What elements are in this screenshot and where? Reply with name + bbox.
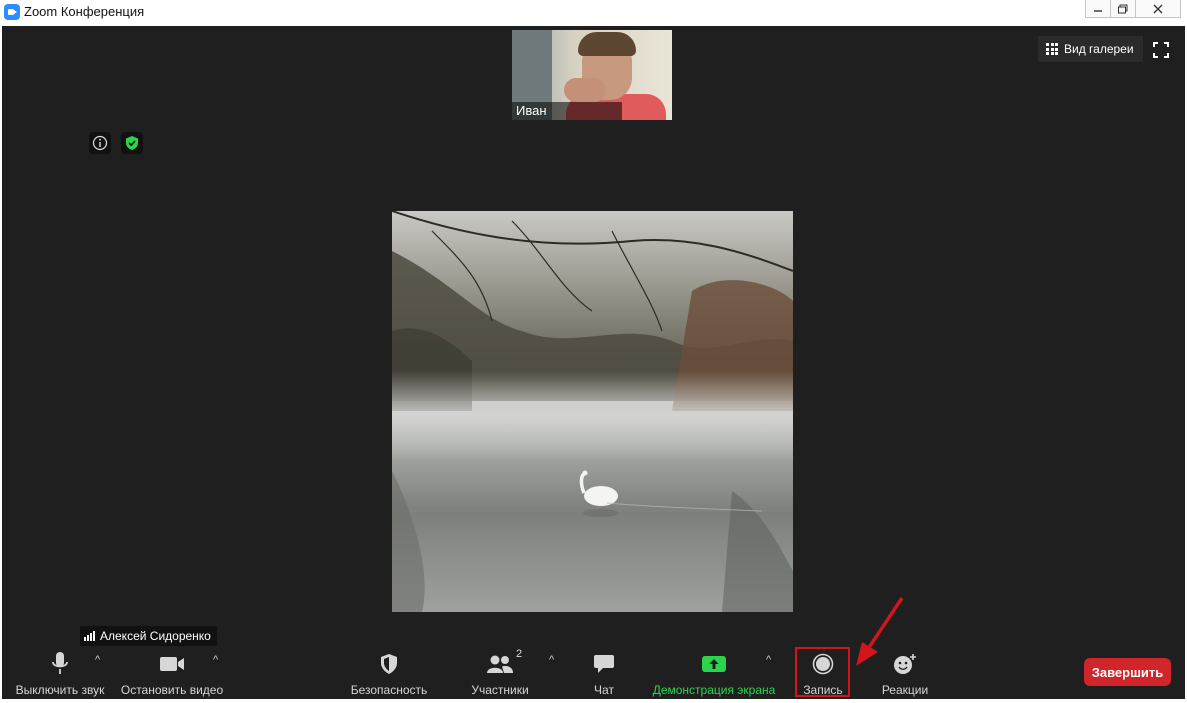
title-bar: Zoom Конференция [0,0,1187,26]
gallery-view-button[interactable]: Вид галереи [1038,36,1143,62]
close-icon [1153,4,1163,13]
video-camera-icon [159,650,185,678]
meeting-toolbar: Выключить звук ^ Остановить видео ^ Безо… [2,646,1185,699]
window-title: Zoom Конференция [24,4,145,19]
stop-video-label: Остановить видео [120,683,224,697]
chat-label: Чат [594,683,614,697]
meeting-area: Иван Вид галереи Алексей Сидоренко Выклю… [2,26,1185,699]
chat-button[interactable]: Чат [586,646,622,699]
end-meeting-button[interactable]: Завершить [1084,658,1171,686]
security-button[interactable]: Безопасность [348,646,430,699]
video-options-caret[interactable]: ^ [213,654,218,666]
fullscreen-icon[interactable] [1153,42,1169,58]
window-bottom-border [0,699,1187,703]
participants-button[interactable]: 2 Участники [468,646,532,699]
participants-icon: 2 [487,648,522,678]
shared-screen-image [392,211,793,612]
thumbnail-hand [564,78,606,102]
reactions-label: Реакции [881,683,929,697]
share-screen-button[interactable]: Демонстрация экрана [650,646,778,699]
audio-options-caret[interactable]: ^ [95,654,100,666]
share-options-caret[interactable]: ^ [766,654,771,666]
info-icon[interactable] [89,132,111,154]
mute-label: Выключить звук [15,683,105,697]
shield-icon [379,650,399,678]
microphone-icon [50,650,70,678]
speaker-name-tag: Алексей Сидоренко [80,626,217,646]
share-screen-label: Демонстрация экрана [652,683,776,697]
record-highlight-box [795,647,850,697]
participant-name-label: Иван [512,102,622,120]
signal-strength-icon [84,631,95,641]
grid-icon [1046,43,1058,55]
restore-icon [1118,4,1128,13]
security-label: Безопасность [350,683,428,697]
minimize-icon [1094,9,1102,12]
participant-thumbnail[interactable]: Иван [512,30,672,120]
participants-count: 2 [516,648,523,660]
encryption-shield-icon[interactable] [121,132,143,154]
annotation-arrow [856,597,904,666]
participants-options-caret[interactable]: ^ [549,654,554,666]
share-screen-icon [701,650,727,678]
close-button[interactable] [1135,0,1181,18]
maximize-button[interactable] [1110,0,1136,18]
gallery-view-label: Вид галереи [1064,42,1134,56]
participants-label: Участники [471,683,529,697]
chat-icon [593,650,615,678]
zoom-app-icon [4,4,20,20]
speaker-name: Алексей Сидоренко [100,629,211,643]
minimize-button[interactable] [1085,0,1111,18]
window-controls [1085,0,1181,18]
thumbnail-hair [578,32,636,56]
stop-video-button[interactable]: Остановить видео [118,646,226,699]
